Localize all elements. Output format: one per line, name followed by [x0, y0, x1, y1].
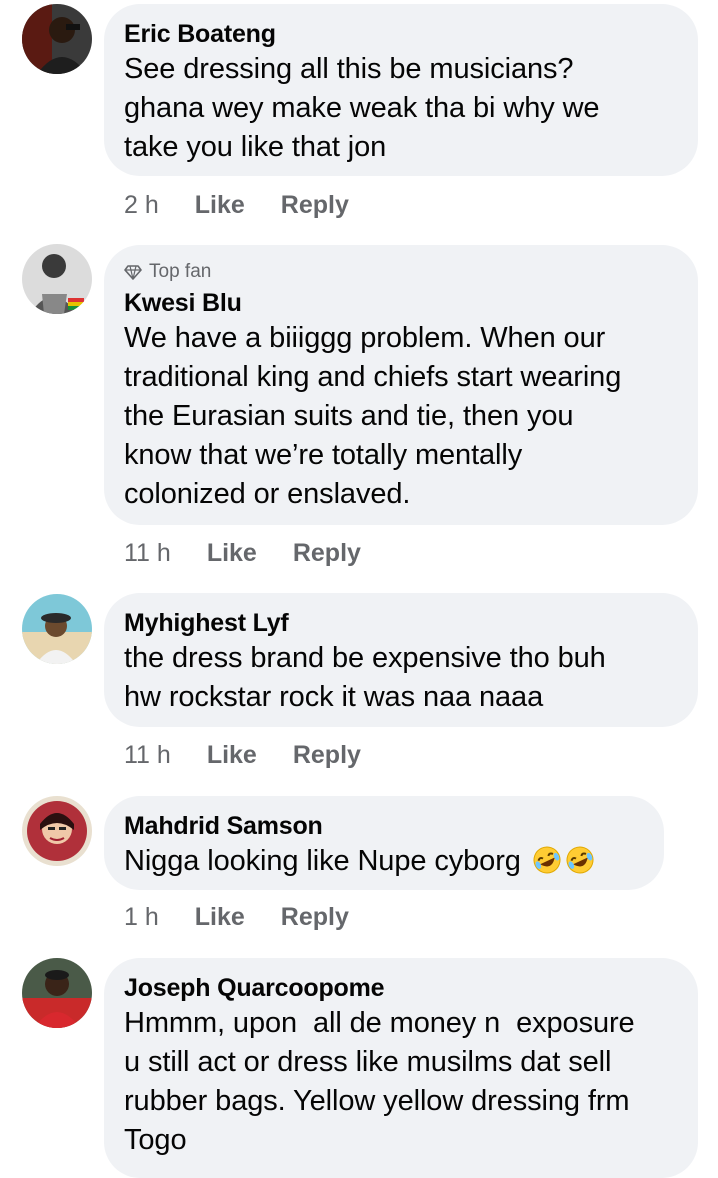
rolling-on-floor-laughing-icon	[533, 846, 561, 874]
comment-bubble: Mahdrid Samson Nigga looking like Nupe c…	[104, 796, 664, 890]
comment-line: See dressing all this be musicians?	[124, 53, 574, 85]
comment-author[interactable]: Mahdrid Samson	[124, 810, 642, 842]
profile-photo	[22, 4, 92, 74]
profile-photo	[22, 796, 92, 866]
rolling-on-floor-laughing-icon	[566, 846, 594, 874]
comment-timestamp[interactable]: 2 h	[124, 191, 159, 220]
avatar[interactable]	[22, 796, 92, 866]
reply-button[interactable]: Reply	[281, 903, 349, 932]
comment-author[interactable]: Eric Boateng	[124, 18, 676, 50]
comment-line: hw rockstar rock it was naa naaa	[124, 681, 544, 713]
comment-author[interactable]: Myhighest Lyf	[124, 607, 676, 639]
comment-line: Togo	[124, 1124, 187, 1156]
comment-line: the dress brand be expensive tho buh	[124, 642, 606, 674]
comment-line: Hmmm, upon all de money n exposure	[124, 1007, 635, 1039]
comment-text: We have a biiiggg problem. When our trad…	[124, 319, 676, 514]
comment-line: rubber bags. Yellow yellow dressing frm	[124, 1085, 630, 1117]
comment-line: the Eurasian suits and tie, then you	[124, 400, 574, 432]
comment-actions: 2 h Like Reply	[124, 188, 349, 222]
comment-line: colonized or enslaved.	[124, 478, 411, 510]
comment-timestamp[interactable]: 11 h	[124, 539, 171, 568]
reply-button[interactable]: Reply	[293, 741, 361, 770]
comment-line: traditional king and chiefs start wearin…	[124, 361, 622, 393]
avatar[interactable]	[22, 4, 92, 74]
comment-text: the dress brand be expensive tho buh hw …	[124, 639, 676, 717]
badge-label: Top fan	[149, 261, 212, 282]
comment-bubble: Joseph Quarcoopome Hmmm, upon all de mon…	[104, 958, 698, 1178]
comment-actions: 1 h Like Reply	[124, 900, 349, 934]
comment-line: Nigga looking like Nupe cyborg	[124, 845, 521, 877]
like-button[interactable]: Like	[195, 903, 245, 932]
comment-actions: 11 h Like Reply	[124, 536, 361, 570]
diamond-icon	[124, 265, 142, 280]
comment-line: u still act or dress like musilms dat se…	[124, 1046, 612, 1078]
reply-button[interactable]: Reply	[293, 539, 361, 568]
profile-photo	[22, 958, 92, 1028]
reply-button[interactable]: Reply	[281, 191, 349, 220]
comment-actions: 11 h Like Reply	[124, 738, 361, 772]
avatar[interactable]	[22, 594, 92, 664]
comment-text: See dressing all this be musicians? ghan…	[124, 50, 676, 167]
comment-timestamp[interactable]: 1 h	[124, 903, 159, 932]
like-button[interactable]: Like	[207, 539, 257, 568]
comment-bubble: Eric Boateng See dressing all this be mu…	[104, 4, 698, 176]
profile-photo	[22, 244, 92, 314]
comment-line: take you like that jon	[124, 131, 387, 163]
avatar[interactable]	[22, 244, 92, 314]
comment-line: We have a biiiggg problem. When our	[124, 322, 606, 354]
comment-author[interactable]: Kwesi Blu	[124, 287, 676, 319]
like-button[interactable]: Like	[195, 191, 245, 220]
profile-photo	[22, 594, 92, 664]
comment-text: Hmmm, upon all de money n exposure u sti…	[124, 1004, 676, 1160]
comment-line: know that we’re totally mentally	[124, 439, 523, 471]
comment-text: Nigga looking like Nupe cyborg	[124, 842, 642, 881]
top-fan-badge: Top fan	[124, 259, 676, 285]
comment-timestamp[interactable]: 11 h	[124, 741, 171, 770]
like-button[interactable]: Like	[207, 741, 257, 770]
comment-bubble: Myhighest Lyf the dress brand be expensi…	[104, 593, 698, 727]
comment-bubble: Top fan Kwesi Blu We have a biiiggg prob…	[104, 245, 698, 525]
avatar[interactable]	[22, 958, 92, 1028]
comment-line: ghana wey make weak tha bi why we	[124, 92, 600, 124]
comment-author[interactable]: Joseph Quarcoopome	[124, 972, 676, 1004]
